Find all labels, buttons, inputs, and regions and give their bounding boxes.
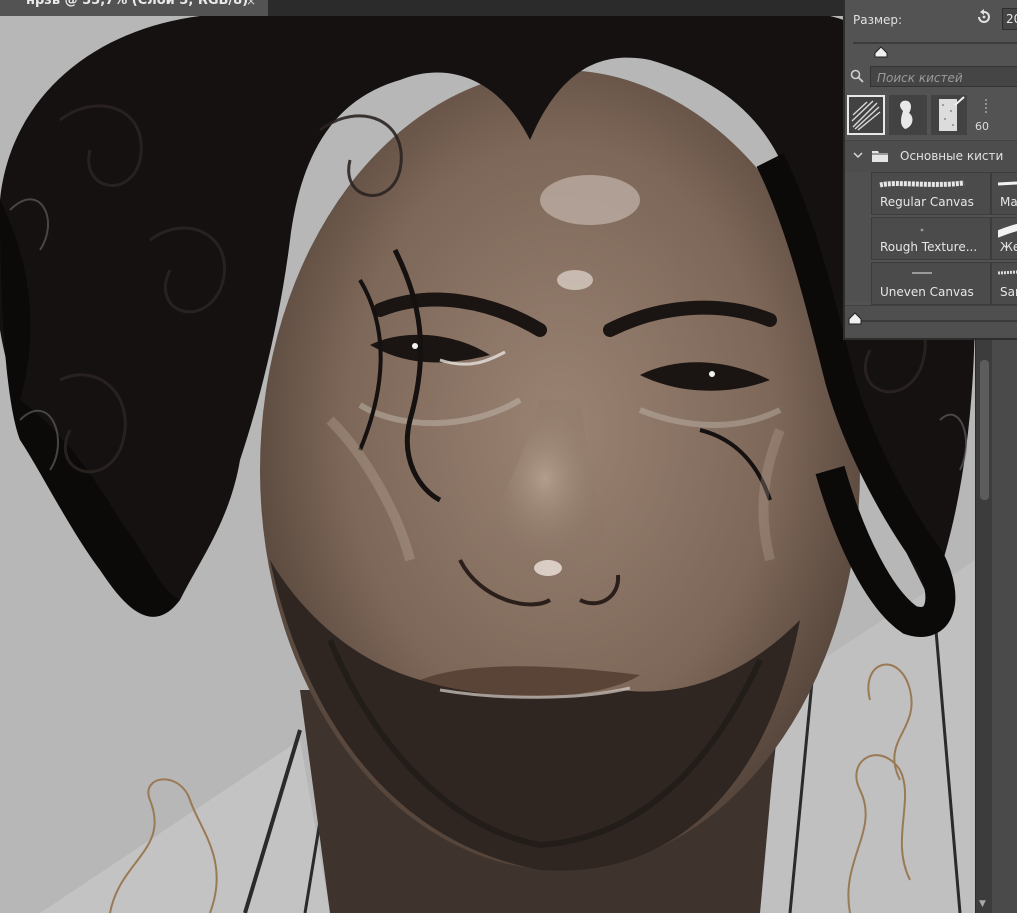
canvas[interactable] — [0, 16, 975, 913]
brush-group-label: Основные кисти — [900, 149, 1004, 163]
brush-size-label: 60 — [975, 120, 989, 133]
vertical-scrollbar[interactable]: ▼ — [975, 340, 992, 913]
recent-brush-preset-2[interactable] — [889, 95, 927, 135]
scrollbar-thumb[interactable] — [980, 360, 989, 500]
size-slider-handle[interactable] — [874, 46, 888, 58]
brush-search-input[interactable] — [870, 66, 1017, 87]
brush-name: Regular Canvas — [880, 195, 974, 209]
panel-dock-strip — [992, 340, 1017, 913]
brush-item[interactable]: Main — [991, 172, 1017, 215]
brush-item[interactable]: Жесткая — [991, 217, 1017, 260]
brush-item[interactable]: Regular Canvas — [871, 172, 991, 215]
brush-item[interactable]: Sand — [991, 262, 1017, 305]
close-tab-icon[interactable]: × — [246, 0, 256, 8]
preview-size-slider-track[interactable] — [853, 320, 1017, 322]
brush-list-gutter — [845, 172, 871, 302]
panel-footer — [845, 305, 1017, 338]
brush-name: Rough Texture... — [880, 240, 978, 254]
size-label: Размер: — [853, 13, 903, 27]
brush-name: Uneven Canvas — [880, 285, 974, 299]
folder-icon — [872, 151, 888, 162]
brush-name: Main — [1000, 195, 1017, 209]
artwork-portrait — [0, 16, 975, 913]
size-slider-track[interactable] — [853, 42, 1017, 44]
scroll-down-arrow-icon[interactable]: ▼ — [979, 899, 986, 909]
recent-brush-preset-1[interactable] — [847, 95, 885, 135]
reset-icon[interactable] — [975, 8, 993, 26]
brush-preset-panel: Размер: 20 — [843, 0, 1017, 340]
right-rail: ▼ — [975, 340, 1017, 913]
brush-item[interactable]: Uneven Canvas — [871, 262, 991, 305]
brush-name: Sand — [1000, 285, 1017, 299]
recent-brush-preset-3[interactable] — [931, 95, 969, 135]
chevron-down-icon[interactable] — [853, 151, 863, 159]
document-tab[interactable]: нрзь @ 55,7% (Слой 5, RGB/8) × — [0, 0, 268, 16]
size-input[interactable]: 20 — [1002, 8, 1017, 30]
search-icon — [850, 69, 864, 83]
brush-group-basic[interactable]: Основные кисти — [845, 140, 1017, 172]
brush-name: Жесткая — [1000, 240, 1017, 254]
preview-size-slider-handle[interactable] — [848, 312, 862, 325]
document-tab-title: нрзь @ 55,7% (Слой 5, RGB/8) — [26, 0, 249, 8]
recent-brush-preset-4[interactable]: 60 — [967, 95, 1005, 135]
brush-item[interactable]: Rough Texture... — [871, 217, 991, 260]
